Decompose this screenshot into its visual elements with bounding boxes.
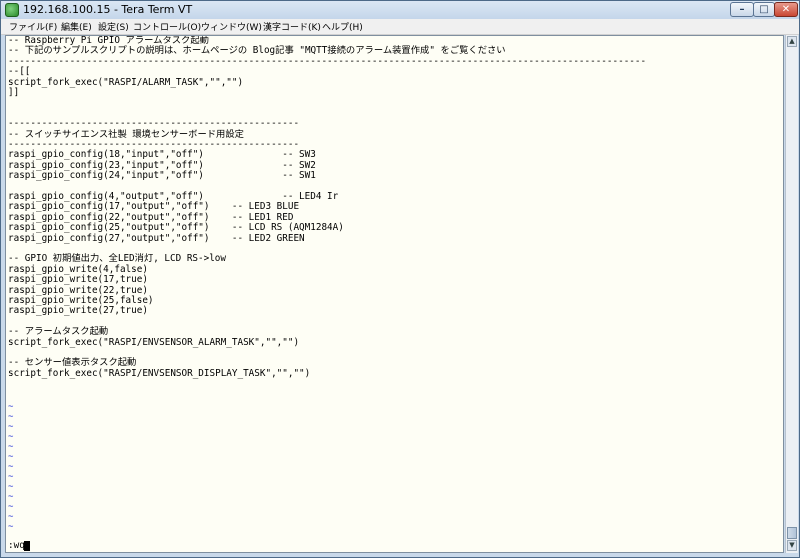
empty-line-marker: ~ [8,492,14,502]
menu-kanji-code[interactable]: 漢字コード(K) [263,20,321,33]
terminal-line: ]] [8,87,20,98]
tera-term-window: 192.168.100.15 - Tera Term VT – □ ✕ ファイル… [0,0,800,558]
empty-line-marker: ~ [8,462,14,472]
vertical-scrollbar[interactable]: ▲ ▼ [785,35,798,553]
terminal-line: script_fork_exec("RASPI/ENVSENSOR_ALARM_… [8,336,300,348]
menu-bar: ファイル(F) 編集(E) 設定(S) コントロール(O) ウィンドウ(W) 漢… [1,19,799,35]
minimize-button[interactable]: – [730,2,754,17]
empty-line-marker: ~ [8,412,14,422]
title-bar[interactable]: 192.168.100.15 - Tera Term VT – □ ✕ [1,1,799,19]
command-line[interactable]: :wq [8,540,25,551]
window-title: 192.168.100.15 - Tera Term VT [23,3,193,16]
menu-file[interactable]: ファイル(F) [9,20,57,33]
menu-window[interactable]: ウィンドウ(W) [201,20,262,33]
empty-line-marker: ~ [8,482,14,492]
terminal-line: ----------------------------------------… [8,55,647,67]
terminal-screen[interactable]: -- Raspberry Pi GPIO アラームタスク起動 -- 下記のサンプ… [5,35,784,553]
menu-control[interactable]: コントロール(O) [133,20,201,33]
maximize-button[interactable]: □ [753,2,775,17]
tera-term-icon[interactable] [5,3,19,17]
scroll-up-arrow-icon[interactable]: ▲ [787,36,797,47]
menu-help[interactable]: ヘルプ(H) [322,20,363,33]
empty-line-marker: ~ [8,472,14,482]
empty-line-marker: ~ [8,432,14,442]
terminal-line: script_fork_exec("RASPI/ALARM_TASK","","… [8,76,244,88]
close-button[interactable]: ✕ [774,2,798,17]
empty-line-marker: ~ [8,452,14,462]
scroll-thumb[interactable] [787,527,797,539]
empty-line-marker: ~ [8,512,14,522]
terminal-line: raspi_gpio_config(24,"input","off") -- S… [8,170,316,182]
terminal-line: raspi_gpio_write(27,true) [8,305,148,317]
empty-line-marker: ~ [8,502,14,512]
scroll-down-arrow-icon[interactable]: ▼ [787,540,797,551]
empty-line-marker: ~ [8,402,14,412]
terminal-line: script_fork_exec("RASPI/ENVSENSOR_DISPLA… [8,367,311,379]
terminal-line: raspi_gpio_config(27,"output","off") -- … [8,232,305,244]
menu-settings[interactable]: 設定(S) [98,20,129,33]
empty-line-marker: ~ [8,522,14,532]
empty-line-marker: ~ [8,422,14,432]
text-cursor [24,541,30,551]
menu-edit[interactable]: 編集(E) [61,20,92,33]
empty-line-marker: ~ [8,442,14,452]
